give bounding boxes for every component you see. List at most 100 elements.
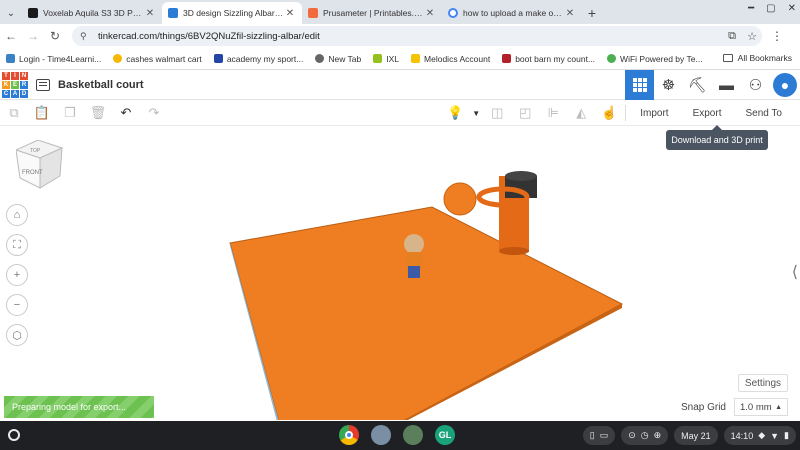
design-title[interactable]: Basketball court: [58, 79, 144, 91]
bookmark-item[interactable]: Login - Time4Learni...: [6, 54, 101, 64]
back-icon[interactable]: ←: [0, 25, 22, 47]
zoom-in-button[interactable]: +: [6, 264, 28, 286]
new-tab-button[interactable]: +: [582, 2, 602, 24]
blocks-view-button[interactable]: ☸: [654, 70, 683, 100]
bookmark-favicon-icon: [213, 54, 223, 63]
address-bar[interactable]: ⚲ tinkercad.com/things/6BV2QNuZfil-sizzl…: [72, 26, 762, 46]
launcher-icon[interactable]: [8, 429, 20, 441]
snap-grid-select[interactable]: 1.0 mm ▲: [734, 398, 788, 416]
folder-icon: [722, 54, 733, 62]
bookmark-favicon-icon: [607, 54, 617, 63]
basketball[interactable]: [443, 182, 477, 216]
close-window-icon[interactable]: ✕: [788, 3, 796, 14]
tab-close-icon[interactable]: ✕: [564, 8, 576, 19]
game-app-icon[interactable]: [403, 425, 423, 445]
bookmark-label: boot barn my count...: [515, 53, 596, 64]
duplicate-button[interactable]: ❐: [56, 100, 84, 126]
bookmark-star-icon[interactable]: ☆: [742, 30, 762, 43]
bookmark-item[interactable]: boot barn my count...: [502, 54, 595, 64]
bookmark-item[interactable]: New Tab: [315, 54, 361, 64]
browser-toolbar: ← → ↻ ⚲ tinkercad.com/things/6BV2QNuZfil…: [0, 24, 800, 48]
forward-icon[interactable]: →: [22, 25, 44, 47]
os-shelf: GL ▯ ▭ ⊙ ◷ ⊕ May 21 14:10 ◆ ▼ ▮: [0, 421, 800, 450]
site-info-icon[interactable]: ⚲: [80, 31, 94, 42]
gl-app-label: GL: [438, 430, 452, 440]
bookmark-item[interactable]: Melodics Account: [411, 54, 490, 64]
browser-menu-icon[interactable]: ⋮: [766, 29, 788, 43]
home-view-button[interactable]: ⌂: [6, 204, 28, 226]
import-button[interactable]: Import: [628, 108, 680, 119]
lego-view-button[interactable]: ▬: [712, 70, 741, 100]
player-head[interactable]: [404, 234, 424, 254]
light-dropdown[interactable]: ▼: [469, 100, 483, 126]
3d-design-view-button[interactable]: [625, 70, 654, 100]
tab-google[interactable]: how to upload a make on tinke ✕: [442, 2, 582, 24]
add-user-button[interactable]: ⚇: [741, 70, 770, 100]
mirror-button[interactable]: ◭: [567, 100, 595, 126]
minimize-icon[interactable]: ━: [748, 3, 754, 14]
bookmark-item[interactable]: cashes walmart cart: [113, 54, 202, 64]
group-button[interactable]: ◰: [511, 100, 539, 126]
record-icon: ⊙: [628, 430, 636, 440]
panel-toggle-chevron-icon[interactable]: ⟨: [792, 262, 798, 282]
plus-icon: +: [13, 269, 21, 281]
align-button[interactable]: ⊫: [539, 100, 567, 126]
bookmark-item[interactable]: WiFi Powered by Te...: [607, 54, 703, 64]
copy-button[interactable]: ⧉: [0, 100, 28, 126]
view-cube[interactable]: TOP FRONT: [16, 140, 64, 190]
snap-grid-label: Snap Grid: [680, 401, 726, 413]
export-button[interactable]: Export: [681, 108, 734, 119]
zoom-out-button[interactable]: −: [6, 294, 28, 316]
court-plate[interactable]: [229, 206, 624, 420]
undo-button[interactable]: ↶: [112, 100, 140, 126]
media-controls[interactable]: ⊙ ◷ ⊕: [621, 426, 669, 445]
brick-view-button[interactable]: ⛏: [683, 70, 712, 100]
tab-search-icon[interactable]: ⌄: [0, 2, 22, 24]
hole-button[interactable]: ◫: [483, 100, 511, 126]
tab-printables[interactable]: Prusameter | Printables.com ✕: [302, 2, 442, 24]
tinkercad-logo[interactable]: T I N K E R C A D: [2, 71, 28, 98]
delete-button[interactable]: 🗑: [84, 100, 112, 126]
lightbulb-icon: 💡: [447, 105, 464, 120]
fit-view-button[interactable]: ⛶: [6, 234, 28, 256]
bookmark-label: New Tab: [328, 53, 362, 64]
date-pill[interactable]: May 21: [674, 426, 718, 445]
pickaxe-icon: ⛏: [687, 77, 708, 94]
design-menu-icon[interactable]: [36, 78, 50, 91]
hoop-pole-base: [499, 247, 529, 255]
bookmark-label: cashes walmart cart: [126, 53, 202, 64]
tab-title: Voxelab Aquila S3 3D Printer u: [43, 8, 144, 18]
photos-app-icon[interactable]: [371, 425, 391, 445]
tab-tinkercad[interactable]: 3D design Sizzling Albar - Tinke ✕: [162, 2, 302, 24]
user-avatar[interactable]: ●: [773, 73, 797, 97]
install-app-icon[interactable]: ⧉: [722, 30, 742, 43]
maximize-icon[interactable]: ▢: [766, 3, 775, 14]
chrome-app-icon[interactable]: [339, 425, 359, 445]
tab-close-icon[interactable]: ✕: [284, 8, 296, 19]
status-area[interactable]: 14:10 ◆ ▼ ▮: [723, 426, 796, 445]
reload-icon[interactable]: ↻: [44, 25, 66, 47]
holding-space-button[interactable]: ▯ ▭: [582, 426, 616, 445]
minus-icon: −: [13, 299, 21, 311]
workplane-canvas[interactable]: TOP FRONT ⌂ ⛶ + − ⬡ ⟨: [0, 126, 800, 420]
caret-down-icon: ▲: [775, 403, 782, 411]
person-icon: ●: [780, 77, 790, 93]
send-to-button[interactable]: Send To: [733, 108, 794, 119]
tab-close-icon[interactable]: ✕: [144, 8, 156, 19]
3d-scene[interactable]: [0, 126, 800, 420]
redo-button[interactable]: ↷: [140, 100, 168, 126]
tab-close-icon[interactable]: ✕: [424, 8, 436, 19]
gl-app-icon[interactable]: GL: [435, 425, 455, 445]
pinned-apps: GL: [339, 425, 455, 445]
align-icon: ⊫: [547, 105, 559, 120]
bookmark-label: WiFi Powered by Te...: [620, 53, 703, 64]
settings-button[interactable]: Settings: [738, 374, 788, 392]
bookmark-item[interactable]: academy my sport...: [213, 54, 303, 64]
ortho-view-button[interactable]: ⬡: [6, 324, 28, 346]
all-bookmarks-button[interactable]: All Bookmarks: [722, 53, 792, 63]
cruise-button[interactable]: ☝: [595, 100, 623, 126]
tab-voxelab[interactable]: Voxelab Aquila S3 3D Printer u ✕: [22, 2, 162, 24]
paste-button[interactable]: 📋: [28, 100, 56, 126]
bookmark-item[interactable]: IXL: [373, 54, 399, 64]
light-button[interactable]: 💡: [441, 100, 469, 126]
